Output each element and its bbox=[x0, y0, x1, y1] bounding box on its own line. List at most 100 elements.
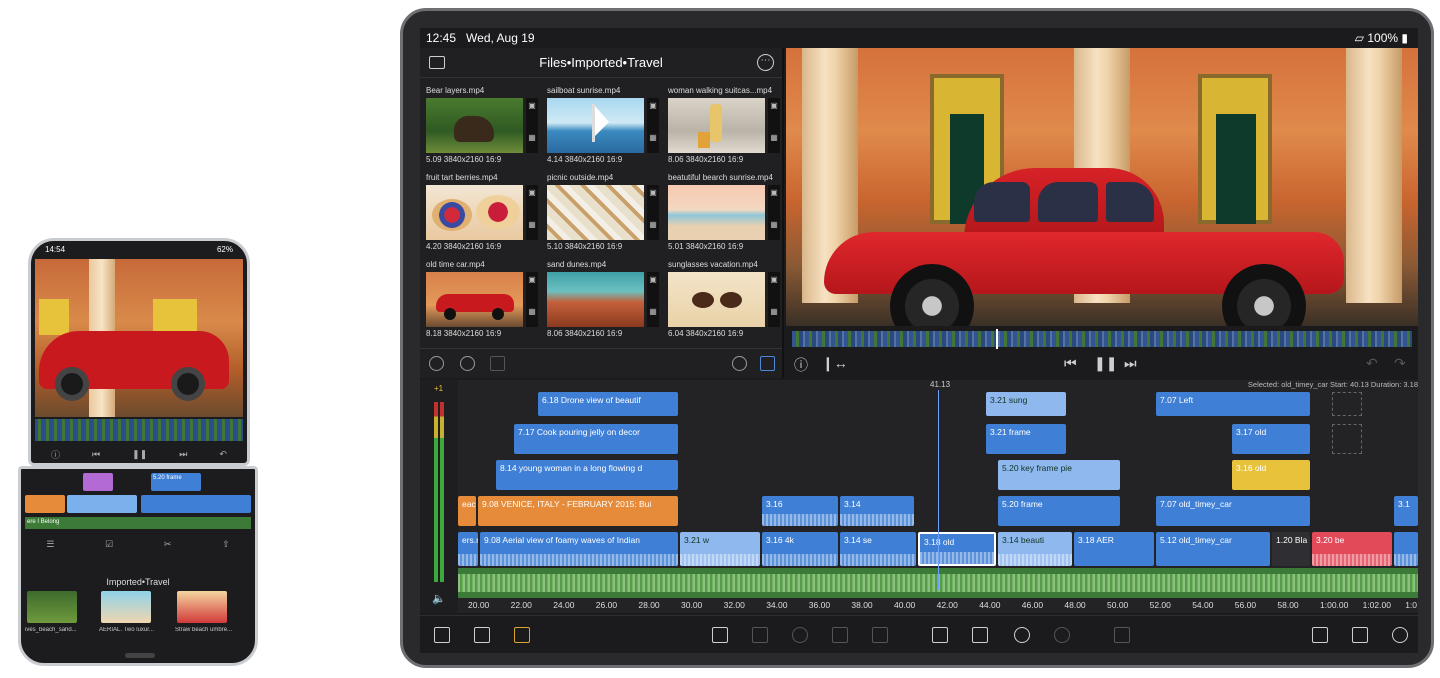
share-icon[interactable] bbox=[1352, 627, 1368, 643]
phone-thumb[interactable] bbox=[101, 591, 151, 623]
status-time: 12:45 bbox=[426, 31, 457, 45]
folder-icon[interactable] bbox=[429, 56, 445, 69]
speaker-icon[interactable]: 🔈 bbox=[432, 592, 446, 605]
timeline-clip[interactable]: 3.1 bbox=[1394, 496, 1418, 526]
clip-item[interactable]: beatutiful bearch sunrise.mp4 ▣ ▦ 5.01 38… bbox=[664, 173, 780, 253]
timeline-clip[interactable]: 3.20 be bbox=[1312, 532, 1392, 566]
clip-item[interactable]: sand dunes.mp4 ▣ ▦ 8.06 3840x2160 16:9 bbox=[543, 260, 659, 340]
timeline-clip[interactable]: ers.m bbox=[458, 532, 478, 566]
favorite-icon[interactable] bbox=[872, 627, 888, 643]
timeline-clip[interactable]: 3.16 bbox=[762, 496, 838, 526]
clip-side-icons: ▣ ▦ bbox=[768, 98, 780, 153]
pause-icon[interactable]: ❚❚ bbox=[132, 449, 147, 460]
clip-item[interactable]: old time car.mp4 ▣ ▦ 8.18 3840x2160 16:9 bbox=[422, 260, 538, 340]
tablet-device: 12:45 Wed, Aug 19 ▱ 100% ▮ Files•Importe… bbox=[400, 8, 1434, 668]
timeline-clip[interactable]: 3.17 old bbox=[1232, 424, 1310, 454]
info-icon[interactable]: ⓘ bbox=[794, 355, 808, 375]
add-clip-icon[interactable] bbox=[712, 627, 728, 643]
timeline-clip[interactable]: 3.16 4k bbox=[762, 532, 838, 566]
timeline-clip[interactable]: 5.12 old_timey_car bbox=[1156, 532, 1270, 566]
clip-item[interactable]: sunglasses vacation.mp4 ▣ ▦ 6.04 3840x216… bbox=[664, 260, 780, 340]
timeline-clip[interactable]: 3.14 bbox=[840, 496, 914, 526]
timeline-clip[interactable]: 6.18 Drone view of beautif bbox=[538, 392, 678, 416]
browser-view-icon[interactable] bbox=[760, 356, 775, 371]
skip-back-icon[interactable]: ⏮ bbox=[1064, 355, 1077, 372]
undo-icon[interactable]: ↶ bbox=[1366, 355, 1378, 372]
link-icon[interactable] bbox=[792, 627, 808, 643]
skip-forward-icon[interactable]: ⏭ bbox=[1124, 355, 1137, 372]
clip-item[interactable]: sailboat sunrise.mp4 ▣ ▦ 4.14 3840x2160 1… bbox=[543, 86, 659, 166]
timeline-clip[interactable]: 3.14 se bbox=[840, 532, 916, 566]
clip-name: sand dunes.mp4 bbox=[547, 260, 607, 269]
clipboard-icon[interactable] bbox=[932, 627, 948, 643]
timeline-clip[interactable]: 3.18 AER bbox=[1074, 532, 1154, 566]
skip-back-icon[interactable]: ⏮ bbox=[92, 449, 100, 460]
add-icon[interactable] bbox=[1054, 627, 1070, 643]
phone-clip[interactable] bbox=[141, 495, 251, 513]
timeline-clip[interactable]: 5.20 frame bbox=[998, 496, 1120, 526]
scissors-icon[interactable]: ✂ bbox=[164, 539, 172, 555]
more-icon[interactable]: ⋯ bbox=[757, 54, 774, 71]
clip-thumbnail bbox=[668, 98, 765, 153]
share-icon[interactable]: ⇧ bbox=[222, 539, 230, 555]
timeline-clip[interactable]: 9.08 VENICE, ITALY - FEBRUARY 2015: Bui bbox=[478, 496, 678, 526]
empty-clip-slot[interactable] bbox=[1332, 392, 1362, 416]
preview-playhead[interactable] bbox=[996, 329, 998, 349]
empty-clip-slot[interactable] bbox=[1332, 424, 1362, 454]
timeline-clip[interactable]: 7.07 old_timey_car bbox=[1156, 496, 1310, 526]
clip-item[interactable]: Bear layers.mp4 ▣ ▦ 5.09 3840x2160 16:9 bbox=[422, 86, 538, 166]
edit-icon[interactable] bbox=[832, 627, 848, 643]
timeline-clip[interactable]: 8.14 young woman in a long flowing d bbox=[496, 460, 678, 490]
timeline-clip[interactable]: 7.17 Cook pouring jelly on decor bbox=[514, 424, 678, 454]
info-icon[interactable]: ⓘ bbox=[51, 448, 60, 461]
search-icon[interactable] bbox=[732, 356, 747, 371]
record-icon[interactable] bbox=[460, 356, 475, 371]
timeline-clip[interactable] bbox=[1394, 532, 1418, 566]
timeline-clip[interactable]: eacl bbox=[458, 496, 476, 526]
timeline-playhead[interactable] bbox=[938, 390, 939, 590]
timeline-clip[interactable]: 1.20 Bla bbox=[1272, 532, 1310, 566]
pause-icon[interactable]: ❚❚ bbox=[1094, 355, 1117, 372]
timeline-clip[interactable]: 5.20 key frame pie bbox=[998, 460, 1120, 490]
timeline-clip[interactable]: 3.14 beauti bbox=[998, 532, 1072, 566]
redo-icon[interactable]: ↷ bbox=[1394, 355, 1406, 372]
phone-clip[interactable] bbox=[25, 495, 65, 513]
track-list-icon[interactable] bbox=[474, 627, 490, 643]
phone-thumb[interactable] bbox=[27, 591, 77, 623]
timeline-clip[interactable]: 3.21 frame bbox=[986, 424, 1066, 454]
skip-forward-icon[interactable]: ⏭ bbox=[179, 449, 187, 460]
check-icon[interactable] bbox=[972, 627, 988, 643]
settings-gear-icon[interactable] bbox=[1392, 627, 1408, 643]
phone-toolbar[interactable]: ☰ ☑ ✂ ⇧ bbox=[21, 539, 255, 555]
scissors-icon[interactable] bbox=[1014, 627, 1030, 643]
timeline-ruler[interactable]: 20.00 22.00 24.00 26.00 28.00 30.00 32.00 34.00… bbox=[458, 598, 1418, 613]
timeline-clip[interactable]: 9.08 Aerial view of foamy waves of India… bbox=[480, 532, 678, 566]
selected-timeline-clip[interactable]: 3.18 old bbox=[918, 532, 996, 566]
import-icon[interactable] bbox=[434, 627, 450, 643]
check-icon[interactable]: ☑ bbox=[105, 539, 113, 555]
timeline-clip[interactable]: 3.21 w bbox=[680, 532, 760, 566]
clip-side-icons: ▣ ▦ bbox=[768, 272, 780, 327]
trash-icon[interactable] bbox=[490, 356, 505, 371]
check-icon[interactable] bbox=[429, 356, 444, 371]
phone-thumb[interactable] bbox=[177, 591, 227, 623]
split-icon[interactable]: ❙↔ bbox=[822, 355, 848, 372]
ripple-icon[interactable] bbox=[752, 627, 768, 643]
timeline-clip[interactable]: 3.16 old bbox=[1232, 460, 1310, 490]
timeline-clip[interactable]: 7.07 Left bbox=[1156, 392, 1310, 416]
phone-clip[interactable]: 5.20 frame bbox=[151, 473, 201, 491]
layout-icon[interactable] bbox=[1312, 627, 1328, 643]
phone-audio-track[interactable]: ere I Belong bbox=[25, 517, 251, 529]
list-icon[interactable]: ☰ bbox=[46, 539, 54, 555]
timeline-view-icon[interactable] bbox=[514, 627, 530, 643]
phone-transport-controls[interactable]: ⓘ ⏮ ❚❚ ⏭ ↶ bbox=[35, 445, 243, 463]
timeline-clip[interactable]: 3.21 sung bbox=[986, 392, 1066, 416]
clip-item[interactable]: fruit tart berries.mp4 ▣ ▦ 4.20 3840x2160… bbox=[422, 173, 538, 253]
phone-clip[interactable] bbox=[83, 473, 113, 491]
phone-clip[interactable] bbox=[67, 495, 137, 513]
trash-icon[interactable] bbox=[1114, 627, 1130, 643]
clip-item[interactable]: woman walking suitcas...mp4 ▣ ▦ 8.06 3840… bbox=[664, 86, 780, 166]
clip-thumbnail bbox=[547, 98, 644, 153]
clip-item[interactable]: picnic outside.mp4 ▣ ▦ 5.10 3840x2160 16:… bbox=[543, 173, 659, 253]
undo-icon[interactable]: ↶ bbox=[219, 449, 227, 460]
